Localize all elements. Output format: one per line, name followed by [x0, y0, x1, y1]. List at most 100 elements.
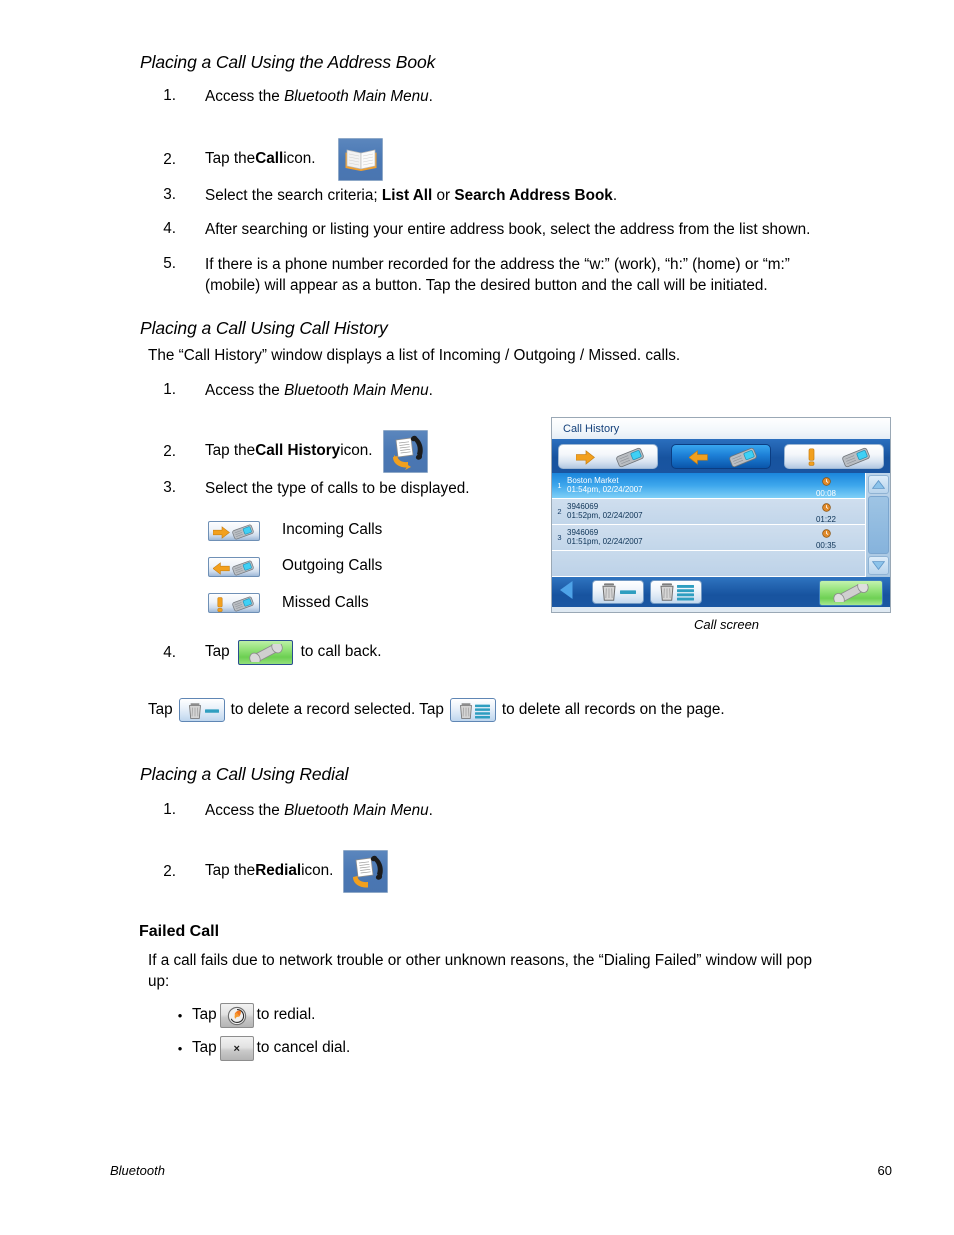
phone-handset-icon	[833, 584, 869, 602]
list-item: 1. Access the Bluetooth Main Menu.	[140, 801, 600, 822]
heading-call-history: Placing a Call Using Call History	[140, 318, 388, 338]
list-item: 4. After searching or listing your entir…	[140, 220, 920, 241]
list-number: 4.	[163, 220, 176, 237]
incoming-calls-button[interactable]	[208, 520, 260, 541]
list-text: After searching or listing your entire a…	[205, 221, 811, 238]
heading-failed-call: Failed Call	[139, 923, 220, 940]
list-text: Select the search criteria; List All or …	[205, 186, 617, 207]
bullet-post: to redial.	[256, 1006, 316, 1024]
table-row[interactable]: 3 3946069 01:51pm, 02/24/2007 00:35	[552, 525, 865, 551]
document-phone-glyph	[353, 855, 384, 888]
list-text: Select the type of calls to be displayed…	[205, 480, 470, 497]
table-row[interactable]: 2 3946069 01:52pm, 02/24/2007 01:22	[552, 499, 865, 525]
scroll-up-button[interactable]	[867, 475, 889, 494]
step3-prefix: Select the search criteria;	[205, 187, 382, 204]
list-item: 1. Access the Bluetooth Main Menu.	[140, 87, 900, 108]
failed-call-line2: up:	[148, 972, 170, 990]
failed-call-bullets: • Tap to redial. • Tap × to cancel dial.	[168, 1003, 350, 1069]
mobile-phone-icon	[842, 447, 870, 467]
clock-icon	[821, 528, 831, 538]
page-number: 60	[877, 1163, 892, 1178]
tap-the-label: Tap the	[205, 150, 256, 168]
list-number: 4.	[163, 643, 176, 661]
call-screen-title: Call History	[552, 418, 890, 439]
missed-calls-button[interactable]	[208, 593, 260, 613]
step3-or: or	[432, 187, 455, 204]
step-text-prefix: Access the	[205, 802, 285, 819]
delete-record-button[interactable]	[592, 580, 644, 604]
scroll-thumb[interactable]	[867, 496, 889, 554]
legend-label-incoming: Incoming Calls	[282, 521, 383, 539]
cancel-dial-button[interactable]: ×	[219, 1036, 254, 1061]
call-back-button[interactable]	[819, 580, 883, 606]
list-text: Access the Bluetooth Main Menu.	[205, 87, 433, 108]
call-history-intro: The “Call History” window displays a lis…	[148, 347, 681, 364]
back-button[interactable]	[559, 580, 574, 605]
list-all-keyword: List All	[381, 187, 433, 204]
delete-all-records-button[interactable]	[449, 698, 496, 722]
row-timestamp: 01:51pm, 02/24/2007	[567, 536, 643, 546]
failed-call-line1: If a call fails due to network trouble o…	[148, 952, 813, 969]
trash-minus-icon	[602, 583, 636, 601]
ch-step4-pre: Tap	[205, 643, 230, 661]
address-book-icon[interactable]	[337, 138, 383, 181]
row-duration-cell: 01:22	[787, 500, 865, 524]
row-index: 2	[557, 507, 562, 516]
delete-mid: to delete a record selected. Tap	[230, 700, 444, 718]
delete-end: to delete all records on the page.	[501, 700, 725, 718]
mobile-phone-icon	[232, 560, 254, 575]
clock-icon	[821, 476, 831, 486]
call-screen-toolbar	[552, 439, 890, 473]
row-index: 1	[557, 481, 562, 490]
legend-label-outgoing: Outgoing Calls	[282, 557, 383, 575]
list-text: Access the Bluetooth Main Menu.	[205, 801, 433, 822]
redial-app-icon[interactable]	[343, 850, 389, 893]
row-duration: 01:22	[815, 514, 837, 524]
bullet-icon: •	[177, 1041, 183, 1056]
trash-minus-icon	[188, 703, 219, 719]
scrollbar[interactable]	[865, 473, 890, 577]
footer-section-label: Bluetooth	[110, 1163, 165, 1178]
bluetooth-main-menu-ref: Bluetooth Main Menu	[284, 802, 429, 819]
list-number: 1.	[163, 87, 176, 104]
call-history-icon[interactable]	[382, 430, 428, 473]
mobile-phone-icon	[616, 447, 644, 467]
step-text-suffix: .	[428, 802, 433, 819]
list-number: 3.	[163, 186, 176, 203]
delete-all-records-button[interactable]	[650, 580, 702, 604]
delete-tap1: Tap	[148, 700, 173, 718]
outgoing-calls-button[interactable]	[208, 556, 260, 577]
list-number: 5.	[163, 255, 176, 272]
list-item: 5. If there is a phone number recorded f…	[140, 255, 920, 297]
list-item: 2. Tap the Call icon.	[140, 138, 900, 181]
list-item: 4. Tap to call back.	[140, 640, 600, 665]
mobile-phone-icon	[729, 447, 757, 467]
list-text: Tap the Redial icon.	[205, 850, 389, 893]
row-duration: 00:08	[815, 488, 837, 498]
arrow-left-icon	[689, 449, 708, 465]
step5-line2: (mobile) will appear as a button. Tap th…	[205, 276, 768, 294]
list-text: Tap the Call icon.	[205, 138, 383, 181]
document-page: Placing a Call Using the Address Book 1.…	[0, 0, 954, 1235]
list-number: 1.	[163, 381, 176, 398]
outgoing-calls-tab[interactable]	[671, 443, 771, 469]
exclamation-icon	[217, 597, 223, 612]
incoming-calls-tab[interactable]	[558, 443, 658, 469]
list-item: 2. Tap the Redial icon.	[140, 850, 600, 893]
call-back-button[interactable]	[237, 640, 293, 665]
list-item: • Tap × to cancel dial.	[168, 1036, 350, 1061]
document-phone-glyph	[392, 435, 423, 470]
list-number: 2.	[163, 862, 176, 880]
missed-calls-tab[interactable]	[784, 443, 884, 469]
row-index: 3	[557, 533, 562, 542]
delete-record-button[interactable]	[178, 698, 225, 722]
redial-icon-button[interactable]	[219, 1003, 254, 1028]
table-row[interactable]: 1 Boston Market 01:54pm, 02/24/2007 00:0…	[552, 473, 865, 499]
list-item: • Tap to redial.	[168, 1003, 350, 1028]
call-history-list: 1 Boston Market 01:54pm, 02/24/2007 00:0…	[552, 473, 865, 577]
row-main: 3946069 01:52pm, 02/24/2007	[567, 502, 787, 521]
tap-the-label: Tap the	[205, 442, 256, 460]
scroll-down-button[interactable]	[867, 556, 889, 575]
list-item: 3. Select the search criteria; List All …	[140, 186, 900, 207]
list-number: 2.	[163, 442, 176, 460]
